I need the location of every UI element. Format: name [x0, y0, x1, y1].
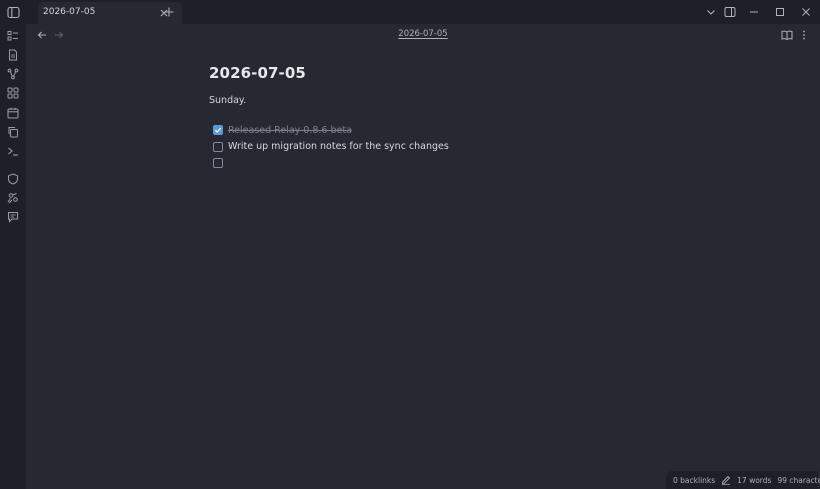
title-bar: 2026-07-05 — [26, 0, 820, 24]
note-paragraph[interactable]: Sunday. — [209, 95, 629, 106]
terminal-icon[interactable] — [5, 143, 21, 159]
note-editor[interactable]: 2026-07-05 Sunday. Released Relay 0.8.6 … — [209, 64, 629, 172]
task-text[interactable]: Released Relay 0.8.6 beta — [228, 125, 352, 136]
tab-title: 2026-07-05 — [43, 7, 96, 17]
reading-view-book-icon[interactable] — [781, 29, 793, 41]
window-close-icon[interactable] — [800, 6, 812, 18]
new-tab-plus-icon[interactable] — [163, 6, 175, 18]
canvas-grid-icon[interactable] — [5, 85, 21, 101]
minimize-icon[interactable] — [748, 6, 760, 18]
task-checkbox[interactable] — [213, 141, 223, 152]
ribbon — [0, 0, 26, 489]
task-text[interactable]: Write up migration notes for the sync ch… — [228, 141, 449, 152]
task-item[interactable]: Released Relay 0.8.6 beta — [209, 122, 629, 139]
task-item[interactable]: Write up migration notes for the sync ch… — [209, 139, 629, 156]
file-icon[interactable] — [5, 47, 21, 63]
view-header: 2026-07-05 — [26, 24, 820, 46]
character-count: 99 characters — [777, 475, 820, 485]
more-options-icon[interactable] — [798, 29, 810, 41]
task-checkbox[interactable] — [213, 158, 223, 169]
backlinks-count[interactable]: 0 backlinks — [673, 476, 715, 485]
chat-icon[interactable] — [5, 209, 21, 225]
pencil-icon[interactable] — [721, 475, 731, 485]
tab-active[interactable]: 2026-07-05 — [38, 2, 182, 24]
chevron-down-icon[interactable] — [705, 6, 717, 18]
task-item[interactable] — [209, 155, 629, 172]
right-sidebar-toggle-icon[interactable] — [724, 6, 736, 18]
task-list-icon[interactable] — [5, 28, 21, 44]
checkmark-icon — [214, 127, 222, 134]
calendar-icon[interactable] — [5, 105, 21, 121]
shield-icon[interactable] — [5, 171, 21, 187]
community-plugins-icon[interactable] — [5, 190, 21, 206]
task-list: Released Relay 0.8.6 beta Write up migra… — [209, 122, 629, 172]
word-count: 17 words — [737, 475, 772, 485]
view-title[interactable]: 2026-07-05 — [26, 29, 820, 39]
maximize-icon[interactable] — [774, 6, 786, 18]
note-title[interactable]: 2026-07-05 — [209, 64, 629, 82]
graph-view-icon[interactable] — [5, 66, 21, 82]
status-bar: 0 backlinks 17 words 99 characters — [666, 471, 820, 489]
copy-icon[interactable] — [5, 124, 21, 140]
app-window: 2026-07-05 2026-07-05 2026-07-05 Sunday.… — [0, 0, 820, 489]
sidebar-toggle-icon[interactable] — [5, 4, 21, 20]
task-checkbox-checked[interactable] — [213, 125, 223, 136]
